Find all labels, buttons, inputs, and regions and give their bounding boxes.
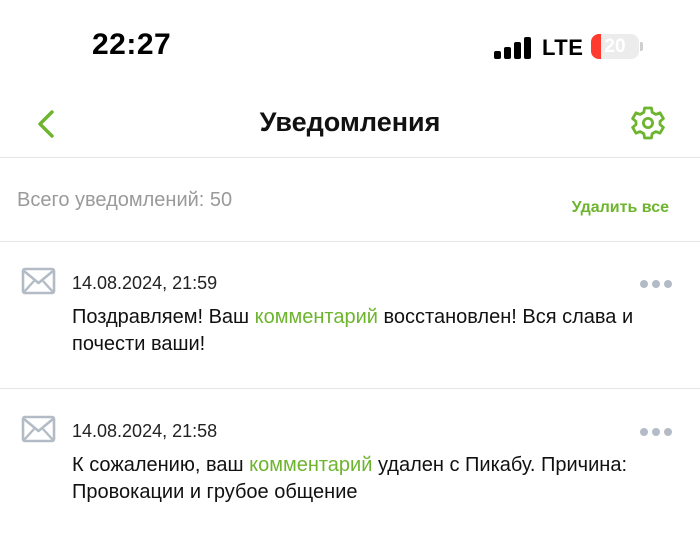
battery-icon: 20: [591, 34, 639, 59]
more-options-icon[interactable]: [640, 280, 672, 290]
message-text: Поздравляем! Ваш: [72, 306, 255, 328]
notification-item[interactable]: 14.08.2024, 21:59 Поздравляем! Ваш комме…: [0, 242, 700, 389]
total-count: Всего уведомлений: 50: [17, 189, 233, 211]
network-type: LTE: [542, 35, 584, 60]
battery-percent: 20: [604, 36, 626, 57]
screen: 22:27 LTE 20 Уведомления Всего уведомлен…: [0, 0, 700, 533]
comment-link[interactable]: комментарий: [255, 306, 378, 328]
page-title: Уведомления: [259, 107, 441, 137]
notification-text: Поздравляем! Ваш комментарий восстановле…: [72, 304, 672, 358]
settings-button[interactable]: [628, 103, 668, 143]
message-text: К сожалению, ваш: [72, 454, 250, 476]
more-options-icon[interactable]: [640, 428, 672, 438]
delete-all-button[interactable]: Удалить все: [572, 199, 669, 217]
nav-bar: Уведомления: [0, 90, 700, 158]
mail-icon: [21, 267, 56, 295]
gear-icon: [631, 106, 665, 140]
mail-icon: [21, 415, 56, 443]
notification-date: 14.08.2024, 21:59: [72, 273, 218, 293]
signal-icon: [494, 37, 532, 59]
comment-link[interactable]: комментарий: [249, 454, 372, 476]
status-time: 22:27: [92, 28, 172, 61]
battery-nub: [640, 42, 643, 51]
notification-date: 14.08.2024, 21:58: [72, 421, 218, 441]
notification-item[interactable]: 14.08.2024, 21:58 К сожалению, ваш комме…: [0, 390, 700, 533]
notification-text: К сожалению, ваш комментарий удален с Пи…: [72, 452, 672, 506]
status-bar: 22:27 LTE 20: [0, 0, 700, 90]
notifications-summary: Всего уведомлений: 50 Удалить все: [0, 159, 700, 242]
